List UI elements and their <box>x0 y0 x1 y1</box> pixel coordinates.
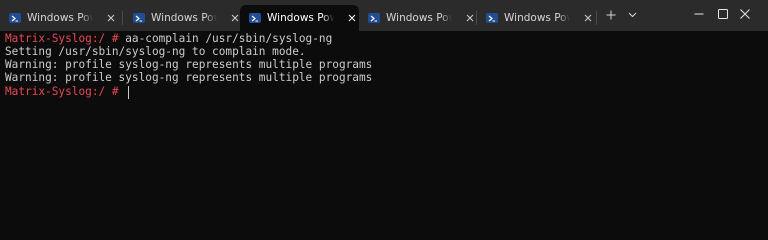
plus-icon <box>606 10 616 20</box>
terminal-window: Windows PowerShell Windows PowerShell Wi… <box>0 0 768 239</box>
text-cursor <box>128 85 130 99</box>
tab-title: Windows PowerShell <box>151 12 217 24</box>
tab-powershell-4[interactable]: Windows PowerShell <box>359 5 477 31</box>
tab-powershell-1[interactable]: Windows PowerShell <box>0 5 118 31</box>
new-tab-button[interactable] <box>601 5 621 25</box>
terminal-output[interactable]: Matrix-Syslog:/ # aa-complain /usr/sbin/… <box>0 31 768 239</box>
powershell-icon <box>9 13 21 23</box>
shell-prompt: Matrix-Syslog:/ # <box>5 85 119 98</box>
close-tab-icon[interactable] <box>463 11 477 25</box>
close-window-button[interactable] <box>722 0 768 28</box>
close-tab-icon[interactable] <box>345 11 359 25</box>
output-text: Setting /usr/sbin/syslog-ng to complain … <box>5 45 306 58</box>
tab-bar: Windows PowerShell Windows PowerShell Wi… <box>0 0 768 31</box>
tab-title: Windows PowerShell <box>386 12 452 24</box>
terminal-line: Warning: profile syslog-ng represents mu… <box>5 71 372 85</box>
powershell-icon <box>368 13 380 23</box>
command-text: aa-complain /usr/sbin/syslog-ng <box>118 32 333 45</box>
powershell-icon <box>133 13 145 23</box>
close-tab-icon[interactable] <box>104 11 118 25</box>
powershell-icon <box>486 13 498 23</box>
close-icon <box>740 9 750 19</box>
tab-title: Windows PowerShell <box>267 12 334 24</box>
tab-title: Windows PowerShell <box>504 12 570 24</box>
tab-title: Windows PowerShell <box>27 12 93 24</box>
shell-prompt: Matrix-Syslog:/ # <box>5 32 119 45</box>
tab-separator <box>122 11 123 25</box>
terminal-line: Matrix-Syslog:/ # aa-complain /usr/sbin/… <box>5 32 332 46</box>
terminal-line: Setting /usr/sbin/syslog-ng to complain … <box>5 45 306 59</box>
terminal-line: Warning: profile syslog-ng represents mu… <box>5 58 372 72</box>
tab-separator <box>596 11 597 25</box>
chevron-down-icon <box>628 12 636 18</box>
close-tab-icon[interactable] <box>581 11 595 25</box>
tab-powershell-5[interactable]: Windows PowerShell <box>477 5 595 31</box>
output-text: Warning: profile syslog-ng represents mu… <box>5 71 373 84</box>
tab-powershell-2[interactable]: Windows PowerShell <box>124 5 242 31</box>
command-text <box>119 85 126 99</box>
tab-powershell-3-active[interactable]: Windows PowerShell <box>240 5 359 31</box>
terminal-line: Matrix-Syslog:/ # <box>5 85 130 99</box>
tab-dropdown-button[interactable] <box>622 5 642 25</box>
output-text: Warning: profile syslog-ng represents mu… <box>5 58 373 71</box>
powershell-icon <box>249 13 261 23</box>
